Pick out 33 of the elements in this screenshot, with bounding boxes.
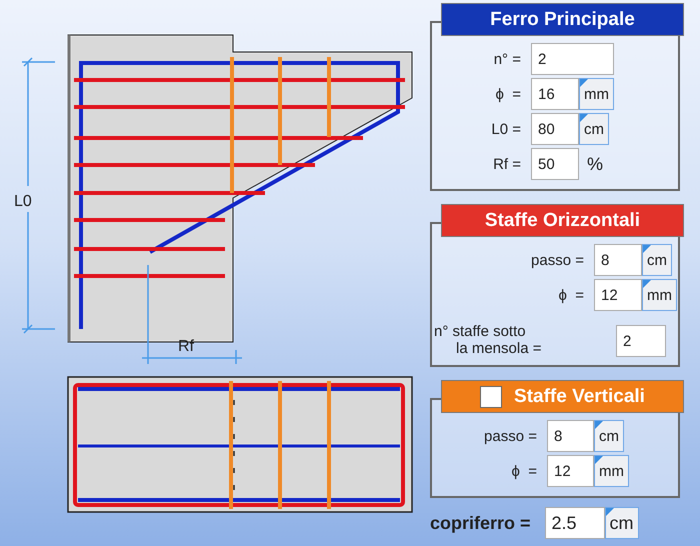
unit-selector[interactable]: cm: [579, 113, 609, 145]
unit-selector[interactable]: cm: [604, 507, 639, 539]
input-field[interactable]: 2: [616, 325, 666, 357]
field-label: n° staffe sotto la mensola =: [434, 323, 542, 357]
input-field[interactable]: 50: [531, 148, 579, 180]
unit-selector[interactable]: mm: [579, 78, 614, 110]
unit-label: %: [586, 154, 604, 174]
field-label: passo =: [483, 428, 537, 444]
unit-selector[interactable]: mm: [594, 455, 629, 487]
unit-selector[interactable]: mm: [642, 279, 677, 311]
input-field[interactable]: 2: [531, 43, 614, 75]
field-label: Rf =: [492, 156, 521, 172]
dimension-label: L0: [14, 193, 32, 210]
unit-selector[interactable]: cm: [642, 244, 672, 276]
field-label: copriferro =: [430, 512, 531, 534]
field-label: ϕ =: [510, 462, 537, 480]
unit-selector[interactable]: cm: [594, 420, 624, 452]
checkbox[interactable]: [480, 386, 502, 408]
input-field[interactable]: 80: [531, 113, 579, 145]
section-title-text: Staffe Orizzontali: [484, 210, 640, 232]
input-field[interactable]: 16: [531, 78, 579, 110]
field-label: passo =: [530, 252, 584, 268]
section-title-text: Staffe Verticali: [514, 386, 645, 408]
input-field[interactable]: 8: [547, 420, 594, 452]
section-title-text: Ferro Principale: [490, 8, 635, 30]
field-label: ϕ =: [558, 286, 584, 304]
input-field[interactable]: 12: [547, 455, 594, 487]
input-field[interactable]: 2.5: [544, 507, 605, 539]
input-field[interactable]: 8: [594, 244, 642, 276]
field-label: L0 =: [490, 120, 521, 138]
field-label: ϕ =: [494, 86, 521, 102]
field-label: n° =: [492, 50, 521, 68]
input-field[interactable]: 12: [594, 279, 642, 311]
